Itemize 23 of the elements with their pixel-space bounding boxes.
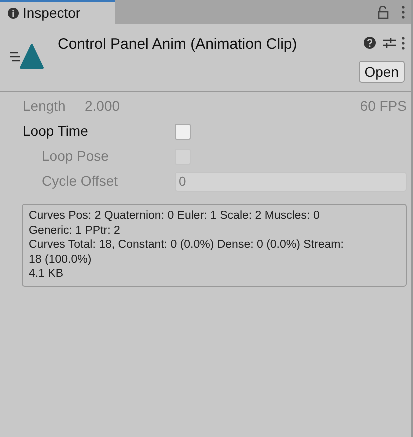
info-text: Curves Pos: 2 Quaternion: 0 Euler: 1 Scale: 2 Muscles: 0 (29, 209, 321, 224)
info-text: Generic: 1 PPtr: 2 (29, 224, 122, 238)
asset-title: Control Panel Anim (Animation Clip) (58, 35, 298, 55)
fps-value: 60 FPS (360, 97, 407, 116)
settings-icon[interactable] (382, 37, 396, 49)
checkbox[interactable] (175, 124, 191, 140)
inspector-tab[interactable]: Inspector (0, 0, 115, 24)
field-label: Cycle Offset (41, 172, 119, 191)
field-label: Loop Time (23, 122, 90, 141)
info-text: 4.1 KB (29, 267, 65, 282)
help-icon[interactable] (364, 37, 376, 49)
info-text: 18 (100.0%) (29, 252, 93, 267)
field-label: Loop Pose (41, 147, 110, 166)
more-icon[interactable] (402, 6, 404, 18)
length-label: Length (23, 97, 67, 116)
length-value: 2.000 (85, 97, 120, 116)
info-text: Curves Total: 18, Constant: 0 (0.0%) Dense: 0 (0.0%) Stream: (29, 238, 345, 252)
lock-icon[interactable] (378, 6, 388, 18)
info-icon (8, 8, 19, 18)
animation-clip-icon (10, 44, 44, 70)
open-button[interactable]: Open (358, 60, 405, 82)
number-field: 0 (175, 172, 407, 192)
more-icon[interactable] (402, 36, 405, 50)
